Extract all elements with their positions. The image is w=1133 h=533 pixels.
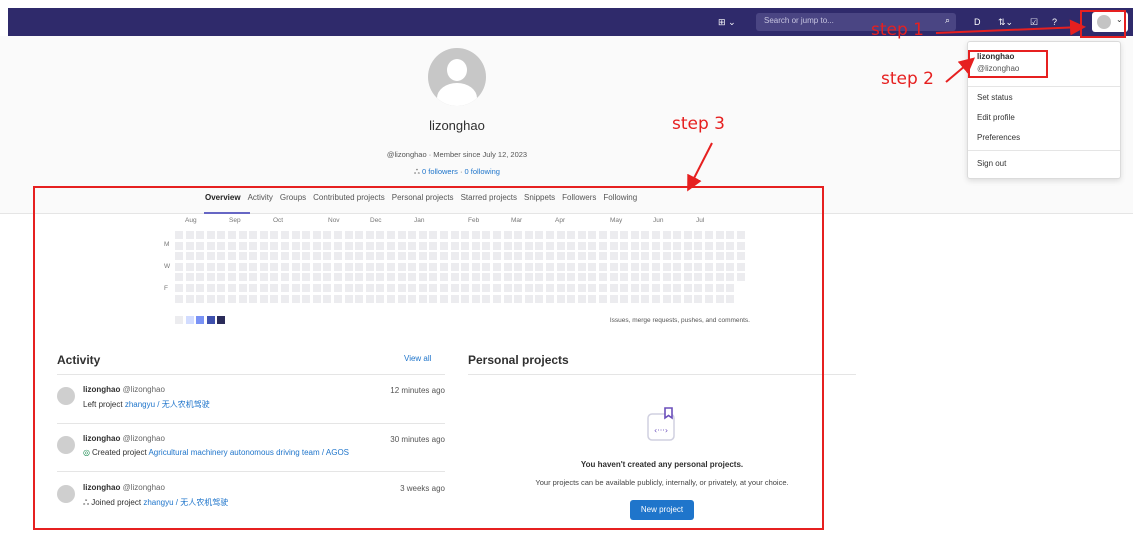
follow-stats: ஃ 0 followers · 0 following: [414, 167, 500, 176]
help-icon[interactable]: ?: [1052, 15, 1057, 29]
annotation-box-step3: [33, 186, 824, 530]
profile-avatar: [428, 48, 486, 106]
divider: [968, 150, 1120, 151]
sign-out-item[interactable]: Sign out: [977, 159, 1006, 168]
search-input[interactable]: Search or jump to... ⌕: [756, 13, 956, 31]
issues-icon[interactable]: D: [974, 15, 981, 29]
new-menu-button[interactable]: ⊞ ⌄: [718, 15, 736, 29]
profile-username: lizonghao: [429, 118, 485, 133]
chevron-down-icon: ⌄: [728, 17, 736, 27]
following-link[interactable]: 0 following: [465, 167, 500, 176]
users-icon: ஃ: [414, 167, 420, 176]
divider: [968, 86, 1120, 87]
plus-square-icon: ⊞: [718, 17, 726, 27]
set-status-item[interactable]: Set status: [977, 93, 1013, 102]
todo-icon[interactable]: ☑: [1030, 15, 1038, 29]
step2-label: step 2: [881, 69, 934, 89]
merge-request-icon[interactable]: ⇅⌄: [998, 15, 1013, 29]
step3-label: step 3: [672, 114, 725, 134]
annotation-box-step1: [1080, 10, 1126, 38]
annotation-box-step2: [968, 50, 1048, 78]
search-icon: ⌕: [944, 15, 950, 25]
profile-meta: @lizonghao · Member since July 12, 2023: [386, 150, 528, 159]
preferences-item[interactable]: Preferences: [977, 133, 1020, 142]
step1-label: step 1: [871, 20, 924, 40]
edit-profile-item[interactable]: Edit profile: [977, 113, 1015, 122]
top-navbar: ⊞ ⌄ Search or jump to... ⌕ D ⇅⌄ ☑ ? ⌄: [8, 8, 1133, 36]
search-placeholder: Search or jump to...: [764, 16, 834, 25]
followers-link[interactable]: 0 followers: [422, 167, 458, 176]
